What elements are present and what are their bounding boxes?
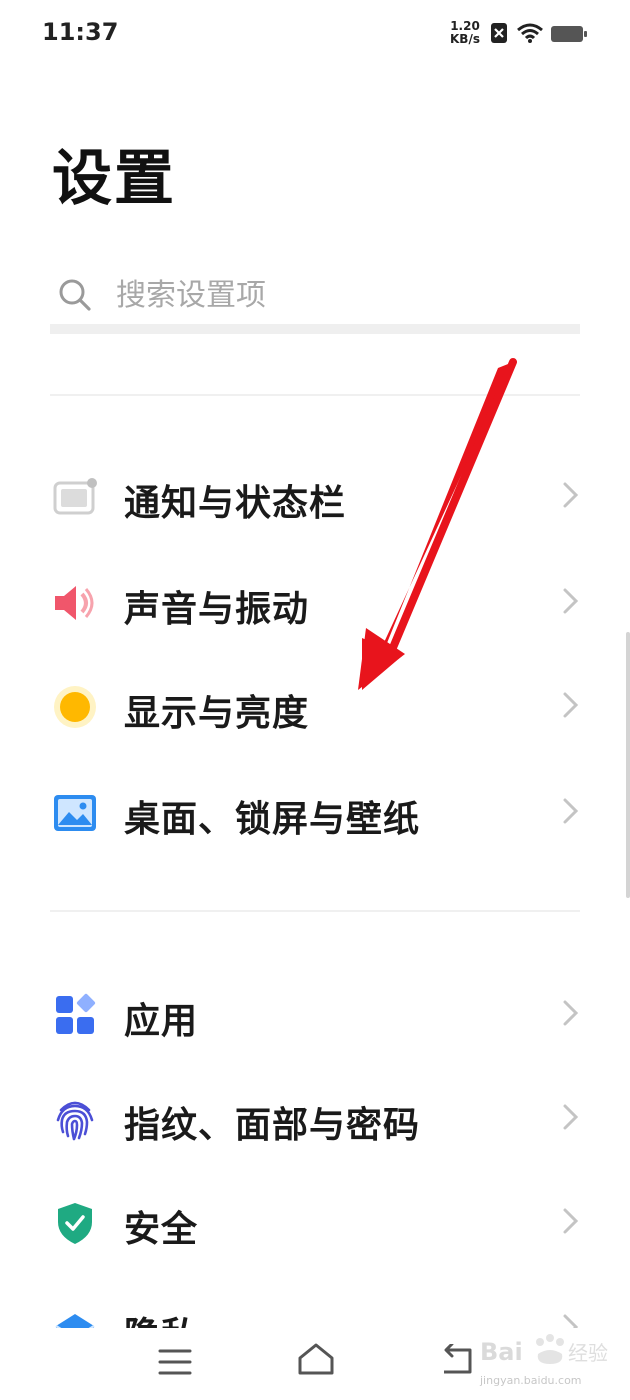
setting-item-security[interactable]: 安全 <box>0 1172 630 1272</box>
watermark-logo: Bai 经验 <box>480 1334 608 1366</box>
setting-item-apps[interactable]: 应用 <box>0 964 630 1064</box>
setting-item-label: 声音与振动 <box>124 589 310 630</box>
chevron-right-icon <box>560 796 580 830</box>
shield-icon <box>52 1200 98 1246</box>
chevron-right-icon <box>560 480 580 514</box>
watermark: Bai 经验 jingyan.baidu.com <box>480 1330 620 1390</box>
setting-item-label: 通知与状态栏 <box>124 483 347 524</box>
svg-text:Bai: Bai <box>480 1338 523 1366</box>
chevron-right-icon <box>560 1206 580 1240</box>
menu-icon[interactable] <box>158 1348 192 1380</box>
chevron-right-icon <box>560 998 580 1032</box>
svg-text:经验: 经验 <box>568 1341 608 1365</box>
battery-icon <box>550 25 588 47</box>
chevron-right-icon <box>560 1102 580 1136</box>
chevron-right-icon <box>560 586 580 620</box>
apps-icon <box>52 992 98 1038</box>
home-icon[interactable] <box>296 1342 336 1380</box>
back-icon[interactable] <box>438 1342 474 1380</box>
speaker-icon <box>52 580 98 626</box>
fingerprint-icon <box>52 1096 98 1142</box>
setting-item-label: 指纹、面部与密码 <box>124 1105 421 1146</box>
setting-item-label: 应用 <box>124 1001 199 1042</box>
chevron-right-icon <box>560 690 580 724</box>
wifi-icon <box>516 22 544 48</box>
watermark-url: jingyan.baidu.com <box>480 1374 582 1387</box>
search-icon <box>58 278 92 316</box>
search-bar[interactable] <box>50 262 580 334</box>
setting-item-fingerprint[interactable]: 指纹、面部与密码 <box>0 1068 630 1168</box>
status-time: 11:37 <box>42 18 119 46</box>
setting-item-label: 显示与亮度 <box>124 693 310 734</box>
setting-item-display[interactable]: 显示与亮度 <box>0 656 630 756</box>
no-sim-icon <box>490 22 508 48</box>
notification-icon <box>52 474 98 520</box>
search-underline <box>50 324 580 334</box>
setting-item-label: 安全 <box>124 1209 199 1250</box>
page-title: 设置 <box>52 144 176 214</box>
setting-item-label: 桌面、锁屏与壁纸 <box>124 799 421 840</box>
section-divider <box>50 394 580 396</box>
network-speed: 1.20 KB/s <box>446 20 484 46</box>
status-bar: 11:37 1.20 KB/s <box>0 0 630 70</box>
setting-item-wallpaper[interactable]: 桌面、锁屏与壁纸 <box>0 762 630 862</box>
scroll-indicator[interactable] <box>626 632 630 898</box>
search-input[interactable] <box>116 272 556 318</box>
network-speed-unit: KB/s <box>450 32 480 46</box>
setting-item-sound[interactable]: 声音与振动 <box>0 552 630 652</box>
section-divider <box>50 910 580 912</box>
setting-item-notifications[interactable]: 通知与状态栏 <box>0 446 630 546</box>
wallpaper-icon <box>52 790 98 836</box>
brightness-icon <box>52 684 98 730</box>
